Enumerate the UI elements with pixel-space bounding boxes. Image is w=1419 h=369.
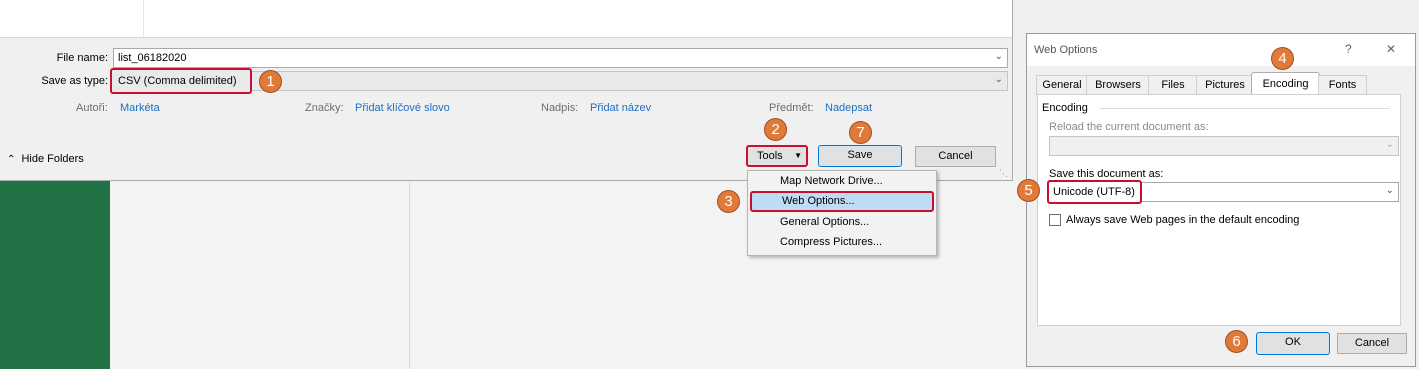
menu-item-compress-pictures[interactable]: Compress Pictures... (750, 233, 934, 252)
save-as-type-value[interactable]: CSV (Comma delimited) (110, 68, 252, 94)
reload-label: Reload the current document as: (1049, 121, 1209, 133)
step-badge-2: 2 (764, 118, 787, 141)
tab-browsers[interactable]: Browsers (1086, 75, 1150, 95)
tags-label: Značky: (305, 102, 344, 114)
title-label: Nadpis: (541, 102, 579, 114)
web-options-dialog: Web Options ? ✕ General Browsers Files P… (1026, 33, 1416, 367)
save-as-dialog: File name: list_06182020 ⌄ Save as type:… (0, 0, 1013, 181)
file-name-label: File name: (56, 52, 108, 64)
ok-label: OK (1285, 336, 1301, 348)
cancel-button[interactable]: Cancel (915, 146, 996, 167)
always-save-label[interactable]: Always save Web pages in the default enc… (1066, 214, 1299, 226)
tools-button[interactable]: Tools ▼ (746, 145, 808, 167)
subject-link[interactable]: Nadepsat (825, 102, 872, 114)
step-badge-6: 6 (1225, 330, 1248, 353)
tab-files[interactable]: Files (1148, 75, 1198, 95)
save-document-label: Save this document as: (1049, 168, 1164, 180)
step-badge-3: 3 (717, 190, 740, 213)
tools-label: Tools (757, 150, 783, 162)
file-browser-area (0, 0, 1012, 38)
title-link[interactable]: Přidat název (590, 102, 651, 114)
web-cancel-button[interactable]: Cancel (1337, 333, 1407, 354)
subject-label: Předmět: (769, 102, 814, 114)
ok-button[interactable]: OK (1256, 332, 1330, 355)
chevron-down-icon[interactable]: ⌄ (995, 50, 1003, 64)
chevron-down-icon[interactable]: ⌄ (995, 73, 1003, 87)
chevron-up-icon: ⌃ (7, 154, 16, 165)
save-encoding-value[interactable]: Unicode (UTF-8) (1047, 180, 1142, 204)
chevron-down-icon[interactable]: ⌄ (1386, 184, 1394, 198)
menu-item-web-options[interactable]: Web Options... (750, 191, 934, 212)
resize-grip-icon[interactable]: ⋱ (999, 168, 1008, 179)
close-icon[interactable]: ✕ (1386, 42, 1396, 56)
encoding-tab-panel: Encoding Reload the current document as:… (1037, 94, 1401, 326)
web-options-titlebar: Web Options ? ✕ (1027, 34, 1415, 66)
tab-encoding[interactable]: Encoding (1251, 72, 1320, 96)
tab-general[interactable]: General (1036, 75, 1088, 95)
hide-folders-button[interactable]: ⌃ Hide Folders (7, 153, 84, 165)
always-save-checkbox[interactable] (1049, 214, 1061, 226)
step-badge-1: 1 (259, 70, 282, 93)
save-encoding-value-text: Unicode (UTF-8) (1053, 186, 1135, 198)
cancel-label: Cancel (938, 150, 973, 162)
excel-sidebar-background (0, 181, 110, 369)
save-label: Save (847, 149, 873, 161)
menu-item-map-network-drive[interactable]: Map Network Drive... (750, 172, 934, 191)
step-badge-4: 4 (1271, 47, 1294, 70)
file-name-input[interactable]: list_06182020 ⌄ (113, 48, 1008, 68)
encoding-section-label: Encoding (1042, 102, 1088, 114)
web-cancel-label: Cancel (1354, 337, 1390, 349)
authors-link[interactable]: Markéta (120, 102, 160, 114)
hide-folders-label: Hide Folders (21, 153, 84, 165)
save-button[interactable]: Save (818, 145, 902, 167)
tab-fonts[interactable]: Fonts (1318, 75, 1367, 95)
dropdown-arrow-icon: ▼ (794, 151, 802, 160)
background-pane (110, 181, 410, 369)
web-options-title: Web Options (1034, 44, 1098, 56)
menu-item-general-options[interactable]: General Options... (750, 213, 934, 232)
tab-pictures[interactable]: Pictures (1196, 75, 1254, 95)
reload-encoding-select: ⌄ (1049, 136, 1399, 156)
file-name-value: list_06182020 (118, 52, 187, 64)
step-badge-7: 7 (849, 121, 872, 144)
authors-label: Autoři: (76, 102, 108, 114)
tags-link[interactable]: Přidat klíčové slovo (355, 102, 450, 114)
tools-menu: Map Network Drive... Web Options... Gene… (747, 170, 937, 256)
help-icon[interactable]: ? (1345, 42, 1352, 56)
step-badge-5: 5 (1017, 179, 1040, 202)
save-as-type-value-text: CSV (Comma delimited) (118, 75, 237, 87)
save-as-type-label: Save as type: (41, 75, 108, 87)
chevron-down-icon: ⌄ (1385, 139, 1394, 150)
section-divider (1100, 108, 1390, 109)
